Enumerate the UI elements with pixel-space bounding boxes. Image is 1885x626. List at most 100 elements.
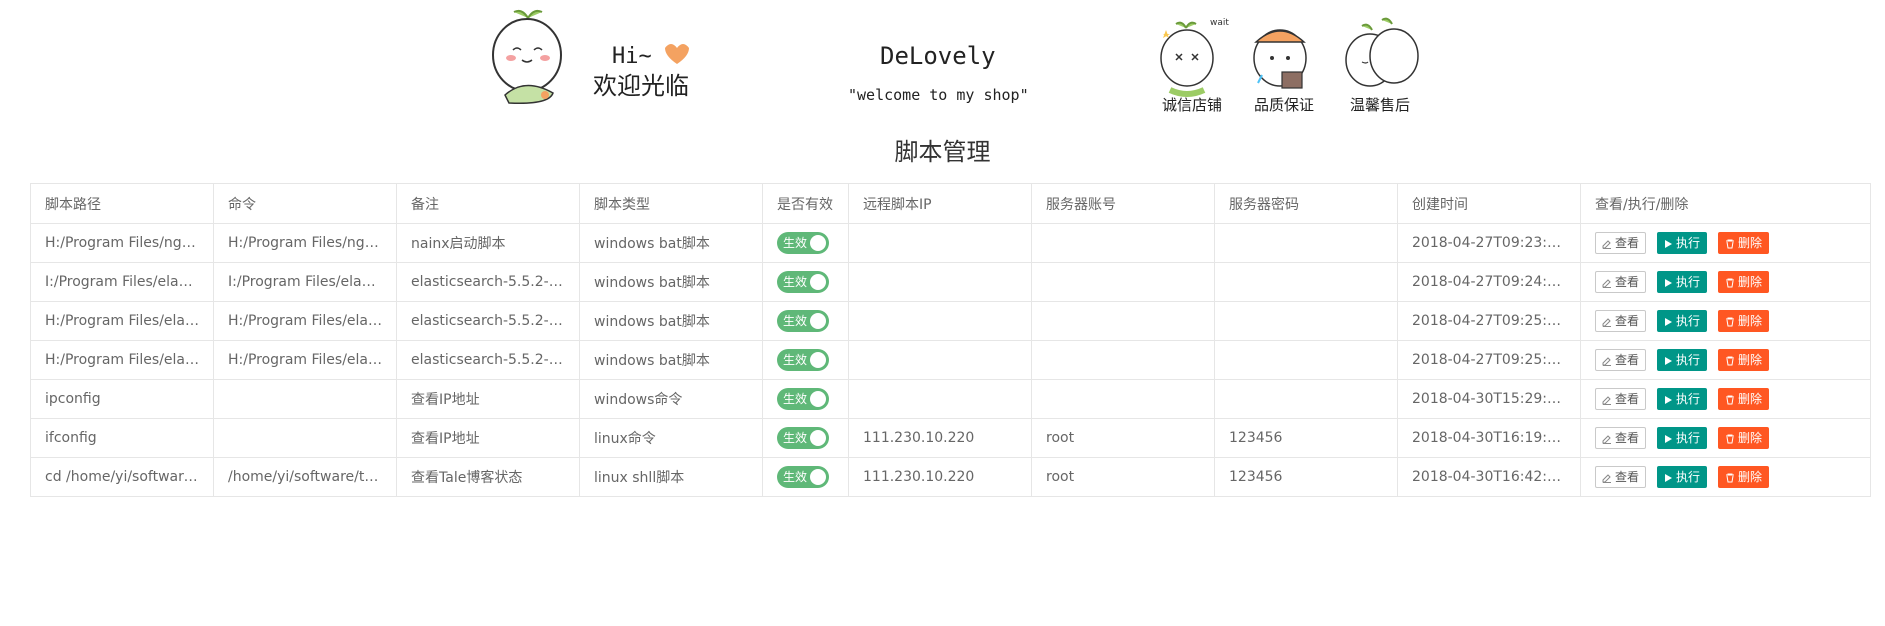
exec-button[interactable]: 执行 [1657, 232, 1708, 254]
delete-button[interactable]: 删除 [1718, 388, 1770, 410]
delete-button[interactable]: 删除 [1718, 310, 1770, 332]
toggle-knob [810, 313, 826, 329]
valid-toggle[interactable]: 生效 [777, 466, 829, 488]
cell-created: 2018-04-30T15:29:58... [1397, 379, 1581, 419]
header-valid: 是否有效 [762, 183, 849, 224]
exec-button[interactable]: 执行 [1657, 271, 1708, 293]
toggle-label: 生效 [783, 275, 808, 289]
exec-label: 执行 [1676, 275, 1701, 289]
cell-password [1214, 379, 1398, 419]
view-label: 查看 [1615, 314, 1640, 328]
play-icon [1665, 474, 1673, 482]
valid-toggle[interactable]: 生效 [777, 427, 829, 449]
view-button[interactable]: 查看 [1595, 232, 1647, 254]
valid-toggle[interactable]: 生效 [777, 310, 829, 332]
valid-toggle[interactable]: 生效 [777, 349, 829, 371]
header-password: 服务器密码 [1214, 183, 1398, 224]
cell-type: windows bat脚本 [579, 262, 763, 302]
delete-button[interactable]: 删除 [1718, 271, 1770, 293]
cell-command: /home/yi/software/tale... [213, 457, 397, 497]
exec-label: 执行 [1676, 392, 1701, 406]
cell-type: windows命令 [579, 379, 763, 419]
cell-remote-ip [848, 340, 1032, 380]
badge-quality: 品质保证 [1254, 96, 1314, 114]
cell-remote-ip [848, 379, 1032, 419]
toggle-label: 生效 [783, 353, 808, 367]
delete-label: 删除 [1738, 275, 1763, 289]
exec-label: 执行 [1676, 236, 1701, 250]
banner-welcome: 欢迎光临 [593, 72, 689, 100]
brand-slogan: "welcome to my shop" [848, 86, 1029, 104]
play-icon [1665, 318, 1673, 326]
cell-path: I:/Program Files/elasti... [30, 262, 214, 302]
view-button[interactable]: 查看 [1595, 310, 1647, 332]
table-row: H:/Program Files/elas... H:/Program File… [30, 301, 1871, 341]
toggle-knob [810, 274, 826, 290]
header-remote-ip: 远程脚本IP [848, 183, 1032, 224]
exec-button[interactable]: 执行 [1657, 466, 1708, 488]
cell-password [1214, 340, 1398, 380]
exec-label: 执行 [1676, 353, 1701, 367]
cell-valid: 生效 [762, 340, 849, 380]
cell-command: I:/Program Files/elasti... [213, 262, 397, 302]
exec-button[interactable]: 执行 [1657, 427, 1708, 449]
trusted-shop-icon: wait [1160, 18, 1229, 97]
badge-aftersales: 温馨售后 [1350, 96, 1410, 114]
cell-path: H:/Program Files/elas... [30, 301, 214, 341]
header-type: 脚本类型 [579, 183, 763, 224]
cell-path: H:/Program Files/elas... [30, 340, 214, 380]
valid-toggle[interactable]: 生效 [777, 232, 829, 254]
cell-password: 123456 [1214, 457, 1398, 497]
cell-created: 2018-04-30T16:42:46... [1397, 457, 1581, 497]
cell-note: elasticsearch-5.5.2-no... [396, 340, 580, 380]
view-button[interactable]: 查看 [1595, 427, 1647, 449]
toggle-knob [810, 430, 826, 446]
header-created: 创建时间 [1397, 183, 1581, 224]
valid-toggle[interactable]: 生效 [777, 388, 829, 410]
delete-label: 删除 [1738, 431, 1763, 445]
shop-banner: Hi~ 欢迎光临 DeLovely "welcome to my shop" w… [492, 9, 1419, 114]
view-button[interactable]: 查看 [1595, 466, 1647, 488]
delete-button[interactable]: 删除 [1718, 232, 1770, 254]
badge-trusted: 诚信店铺 [1162, 96, 1222, 114]
exec-label: 执行 [1676, 314, 1701, 328]
delete-button[interactable]: 删除 [1718, 427, 1770, 449]
cell-note: 查看IP地址 [396, 418, 580, 458]
cell-path: cd /home/yi/software/t... [30, 457, 214, 497]
cell-actions: 查看 执行 删除 [1580, 379, 1871, 419]
play-icon [1665, 279, 1673, 287]
exec-button[interactable]: 执行 [1657, 388, 1708, 410]
cell-actions: 查看 执行 删除 [1580, 301, 1871, 341]
cell-remote-ip [848, 301, 1032, 341]
delete-button[interactable]: 删除 [1718, 466, 1770, 488]
edit-icon [1602, 435, 1611, 444]
cell-command [213, 379, 397, 419]
cell-remote-ip [848, 262, 1032, 302]
exec-button[interactable]: 执行 [1657, 349, 1708, 371]
cell-remote-ip: 111.230.10.220 [848, 418, 1032, 458]
cell-valid: 生效 [762, 262, 849, 302]
header-account: 服务器账号 [1031, 183, 1215, 224]
table-row: I:/Program Files/elasti... I:/Program Fi… [30, 262, 1871, 302]
cell-valid: 生效 [762, 418, 849, 458]
cell-valid: 生效 [762, 223, 849, 263]
view-button[interactable]: 查看 [1595, 271, 1647, 293]
delete-button[interactable]: 删除 [1718, 349, 1770, 371]
cell-command [213, 418, 397, 458]
cell-note: elasticsearch-5.5.2-no... [396, 262, 580, 302]
exec-label: 执行 [1676, 431, 1701, 445]
cell-password [1214, 223, 1398, 263]
view-button[interactable]: 查看 [1595, 388, 1647, 410]
view-button[interactable]: 查看 [1595, 349, 1647, 371]
toggle-knob [810, 469, 826, 485]
table-row: H:/Program Files/ngin... H:/Program File… [30, 223, 1871, 263]
cell-note: 查看IP地址 [396, 379, 580, 419]
valid-toggle[interactable]: 生效 [777, 271, 829, 293]
cell-account [1031, 223, 1215, 263]
view-label: 查看 [1615, 236, 1640, 250]
header-actions: 查看/执行/删除 [1580, 183, 1871, 224]
exec-button[interactable]: 执行 [1657, 310, 1708, 332]
toggle-label: 生效 [783, 470, 808, 484]
cell-type: windows bat脚本 [579, 301, 763, 341]
cell-path: H:/Program Files/ngin... [30, 223, 214, 263]
